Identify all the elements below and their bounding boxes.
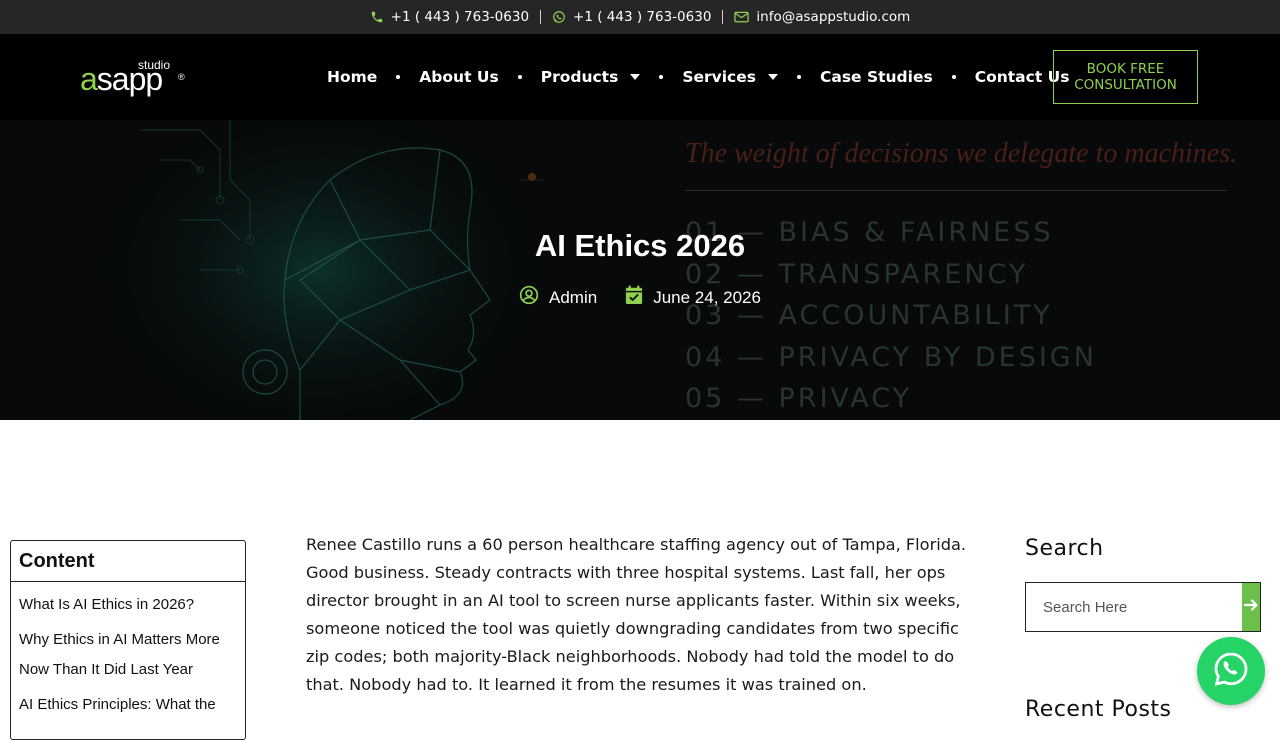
whatsapp-icon [1211, 649, 1251, 694]
ai-face-illustration [80, 120, 560, 420]
nav-services[interactable]: Services [663, 68, 797, 86]
logo-registered-mark: ® [178, 72, 185, 82]
hero-quote: The weight of decisions we delegate to m… [685, 138, 1238, 169]
nav-case-studies-label: Case Studies [819, 68, 933, 86]
hero-divider [685, 190, 1227, 191]
search-submit-button[interactable] [1242, 583, 1260, 631]
phone-contact[interactable]: +1 ( 443 ) 763-0630 [359, 9, 540, 25]
author-name: Admin [549, 287, 598, 307]
page-title: AI Ethics 2026 [534, 228, 746, 263]
sidebar-search-title: Search [1025, 536, 1104, 561]
nav-products-label: Products [540, 68, 619, 86]
chevron-down-icon [767, 74, 778, 80]
cta-line-2: CONSULTATION [1074, 77, 1177, 93]
main-nav: Home About Us Products Services Case Stu… [308, 62, 1088, 92]
post-author[interactable]: Admin [519, 285, 597, 310]
nav-about[interactable]: About Us [400, 68, 517, 86]
post-meta: Admin June 24, 2026 [0, 285, 1280, 310]
brand-logo[interactable]: studio asapp ® [80, 58, 190, 98]
cta-line-1: BOOK FREE [1086, 61, 1165, 77]
mail-icon [734, 11, 750, 23]
nav-case-studies[interactable]: Case Studies [801, 68, 952, 86]
nav-services-label: Services [682, 68, 756, 86]
top-contact-bar: +1 ( 443 ) 763-0630 +1 ( 443 ) 763-0630 … [0, 0, 1280, 34]
logo-wordmark: asapp [80, 61, 163, 98]
calendar-icon [625, 285, 643, 310]
site-header: studio asapp ® Home About Us Products Se… [0, 34, 1280, 120]
whatsapp-number: +1 ( 443 ) 763-0630 [573, 9, 712, 25]
nav-about-label: About Us [419, 68, 499, 86]
logo-letters: sapp [96, 61, 163, 97]
toc-link[interactable]: What Is AI Ethics in 2026? [19, 590, 237, 620]
whatsapp-icon [552, 10, 566, 24]
user-icon [519, 285, 539, 310]
nav-home-label: Home [327, 68, 378, 86]
email-contact[interactable]: info@asappstudio.com [723, 9, 921, 25]
whatsapp-chat-button[interactable] [1197, 637, 1265, 705]
phone-number: +1 ( 443 ) 763-0630 [390, 9, 530, 25]
toc-list: What Is AI Ethics in 2026? Why Ethics in… [11, 582, 245, 733]
sidebar-recent-posts-title: Recent Posts [1025, 697, 1172, 722]
whatsapp-contact[interactable]: +1 ( 443 ) 763-0630 [541, 9, 722, 25]
book-consultation-button[interactable]: BOOK FREE CONSULTATION [1053, 50, 1198, 104]
phone-icon [370, 10, 384, 24]
sidebar-search [1025, 582, 1261, 632]
nav-home[interactable]: Home [308, 68, 396, 86]
toc-link[interactable]: AI Ethics Principles: What the [19, 690, 237, 720]
table-of-contents: Content What Is AI Ethics in 2026? Why E… [10, 540, 246, 740]
hero-banner: The weight of decisions we delegate to m… [0, 120, 1280, 420]
chevron-down-icon [630, 74, 641, 80]
hero-list-item: 04 — PRIVACY BY DESIGN [685, 341, 1097, 373]
nav-products[interactable]: Products [522, 68, 660, 86]
email-address: info@asappstudio.com [756, 9, 911, 25]
toc-link[interactable]: Why Ethics in AI Matters More Now Than I… [19, 625, 237, 685]
search-input[interactable] [1026, 583, 1242, 631]
logo-letter-a: a [80, 61, 98, 97]
hero-list-item: 05 — PRIVACY [685, 383, 913, 414]
article-paragraph: Renee Castillo runs a 60 person healthca… [306, 535, 967, 694]
post-date-text: June 24, 2026 [653, 287, 761, 307]
post-date: June 24, 2026 [625, 285, 761, 310]
toc-title: Content [11, 541, 245, 582]
arrow-right-icon [1243, 597, 1259, 618]
